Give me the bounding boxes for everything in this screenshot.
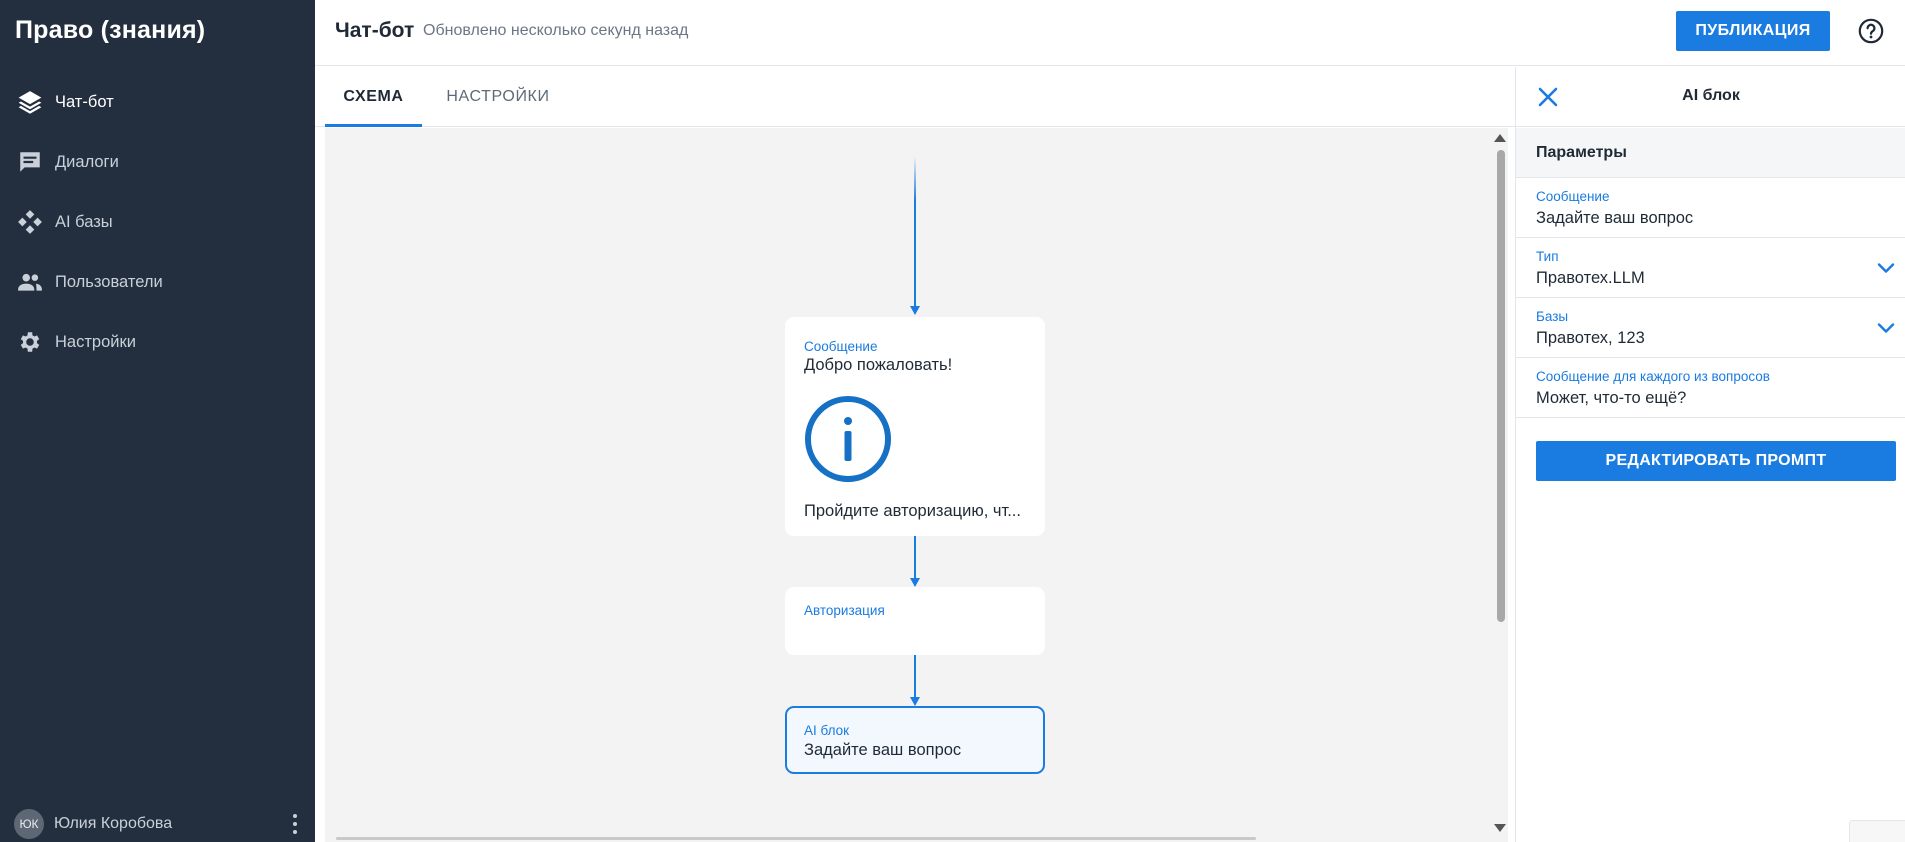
properties-panel: AI блок Параметры Сообщение Задайте ваш … — [1515, 67, 1905, 842]
node-footer: Пройдите авторизацию, чт... — [804, 502, 1021, 520]
scroll-down-icon[interactable] — [1494, 824, 1506, 832]
sidebar-item-label: AI базы — [55, 212, 113, 231]
tab-schema[interactable]: СХЕМА — [325, 67, 422, 127]
sidebar-item-users[interactable]: Пользователи — [0, 252, 315, 312]
sidebar-item-chatbot[interactable]: Чат-бот — [0, 72, 315, 132]
sidebar-item-label: Диалоги — [55, 152, 119, 171]
field-value: Может, что-то ещё? — [1536, 389, 1687, 407]
field-value: Правотех, 123 — [1536, 329, 1645, 347]
sidebar-item-label: Настройки — [55, 332, 136, 351]
avatar: ЮК — [14, 809, 44, 839]
layers-icon — [16, 88, 44, 116]
field-label: Тип — [1536, 249, 1559, 264]
field-value: Задайте ваш вопрос — [1536, 209, 1694, 227]
horizontal-scrollbar[interactable] — [336, 837, 1256, 840]
sidebar-item-label: Чат-бот — [55, 92, 114, 111]
panel-title: AI блок — [1682, 87, 1740, 104]
flow-node-authorization[interactable]: Авторизация — [785, 587, 1045, 655]
sidebar-nav: Чат-бот Диалоги AI базы Пользователи Нас… — [0, 72, 315, 372]
sidebar-item-label: Пользователи — [55, 272, 163, 291]
node-title: Добро пожаловать! — [804, 356, 953, 374]
field-label: Базы — [1536, 309, 1569, 324]
section-header: Параметры — [1516, 128, 1905, 178]
field-value: Правотех.LLM — [1536, 269, 1645, 287]
flow-node-message[interactable]: Сообщение Добро пожаловать! Пройдите авт… — [785, 317, 1045, 536]
user-name: Юлия Коробова — [54, 815, 173, 832]
flow-connector — [914, 536, 916, 581]
top-header: Чат-бот Обновлено несколько секунд назад… — [315, 0, 1905, 66]
arrow-down-icon — [910, 306, 920, 315]
gear-icon — [16, 328, 44, 356]
node-type: Авторизация — [804, 603, 885, 618]
chat-icon — [16, 148, 44, 176]
diamond-grid-icon — [16, 208, 44, 236]
edit-prompt-button[interactable]: РЕДАКТИРОВАТЬ ПРОМПТ — [1536, 441, 1896, 481]
info-circle-icon — [805, 396, 891, 482]
scroll-up-icon[interactable] — [1494, 134, 1506, 142]
flow-canvas[interactable]: Сообщение Добро пожаловать! Пройдите авт… — [325, 128, 1495, 842]
field-followup-message[interactable]: Сообщение для каждого из вопросов Может,… — [1516, 358, 1905, 418]
flow-node-ai-block[interactable]: AI блок Задайте ваш вопрос — [785, 706, 1045, 774]
help-icon[interactable] — [1858, 18, 1884, 44]
chevron-down-icon[interactable] — [1876, 258, 1896, 278]
panel-header: AI блок — [1516, 67, 1905, 127]
field-message[interactable]: Сообщение Задайте ваш вопрос — [1516, 178, 1905, 238]
more-vertical-icon[interactable] — [286, 812, 304, 836]
flow-connector — [914, 156, 916, 306]
scroll-thumb[interactable] — [1497, 150, 1505, 622]
sidebar-item-ai-bases[interactable]: AI базы — [0, 192, 315, 252]
node-type: Сообщение — [804, 339, 878, 354]
tab-settings[interactable]: НАСТРОЙКИ — [438, 67, 558, 127]
field-label: Сообщение для каждого из вопросов — [1536, 369, 1770, 384]
flow-connector — [914, 655, 916, 700]
vertical-scrollbar[interactable] — [1492, 128, 1508, 842]
section-title: Параметры — [1536, 144, 1627, 161]
arrow-down-icon — [910, 578, 920, 587]
field-type[interactable]: Тип Правотех.LLM — [1516, 238, 1905, 298]
publish-button[interactable]: ПУБЛИКАЦИЯ — [1676, 11, 1830, 51]
field-bases[interactable]: Базы Правотех, 123 — [1516, 298, 1905, 358]
user-profile[interactable]: ЮК Юлия Коробова — [14, 806, 304, 842]
corner-widget[interactable] — [1849, 820, 1905, 842]
page-title: Чат-бот — [335, 19, 415, 42]
brand-title: Право (знания) — [15, 16, 206, 44]
sidebar-item-settings[interactable]: Настройки — [0, 312, 315, 372]
node-title: Задайте ваш вопрос — [804, 741, 962, 759]
sidebar: Право (знания) Чат-бот Диалоги AI базы П… — [0, 0, 315, 842]
node-type: AI блок — [804, 723, 850, 738]
arrow-down-icon — [910, 697, 920, 706]
sidebar-item-dialogs[interactable]: Диалоги — [0, 132, 315, 192]
field-label: Сообщение — [1536, 189, 1610, 204]
users-icon — [16, 268, 44, 296]
updated-status: Обновлено несколько секунд назад — [423, 22, 689, 39]
chevron-down-icon[interactable] — [1876, 318, 1896, 338]
tab-bar: СХЕМА НАСТРОЙКИ — [315, 67, 1515, 127]
